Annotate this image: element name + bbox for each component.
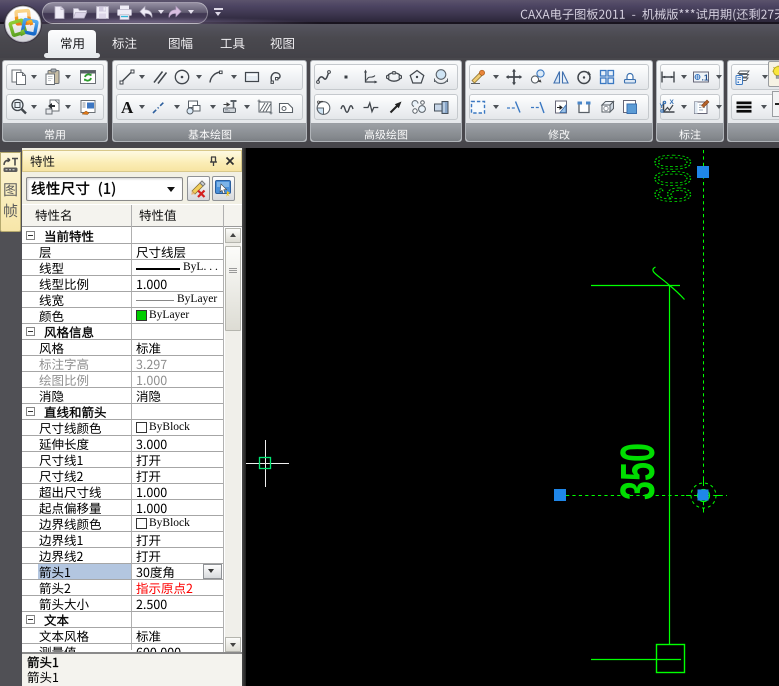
svg-text:350: 350	[612, 443, 665, 500]
svg-text:X: X	[670, 99, 675, 106]
svg-text:.1: .1	[702, 73, 709, 83]
svg-text:Y: Y	[660, 103, 665, 110]
svg-text:600: 600	[644, 154, 701, 203]
svg-text:A: A	[121, 98, 134, 116]
